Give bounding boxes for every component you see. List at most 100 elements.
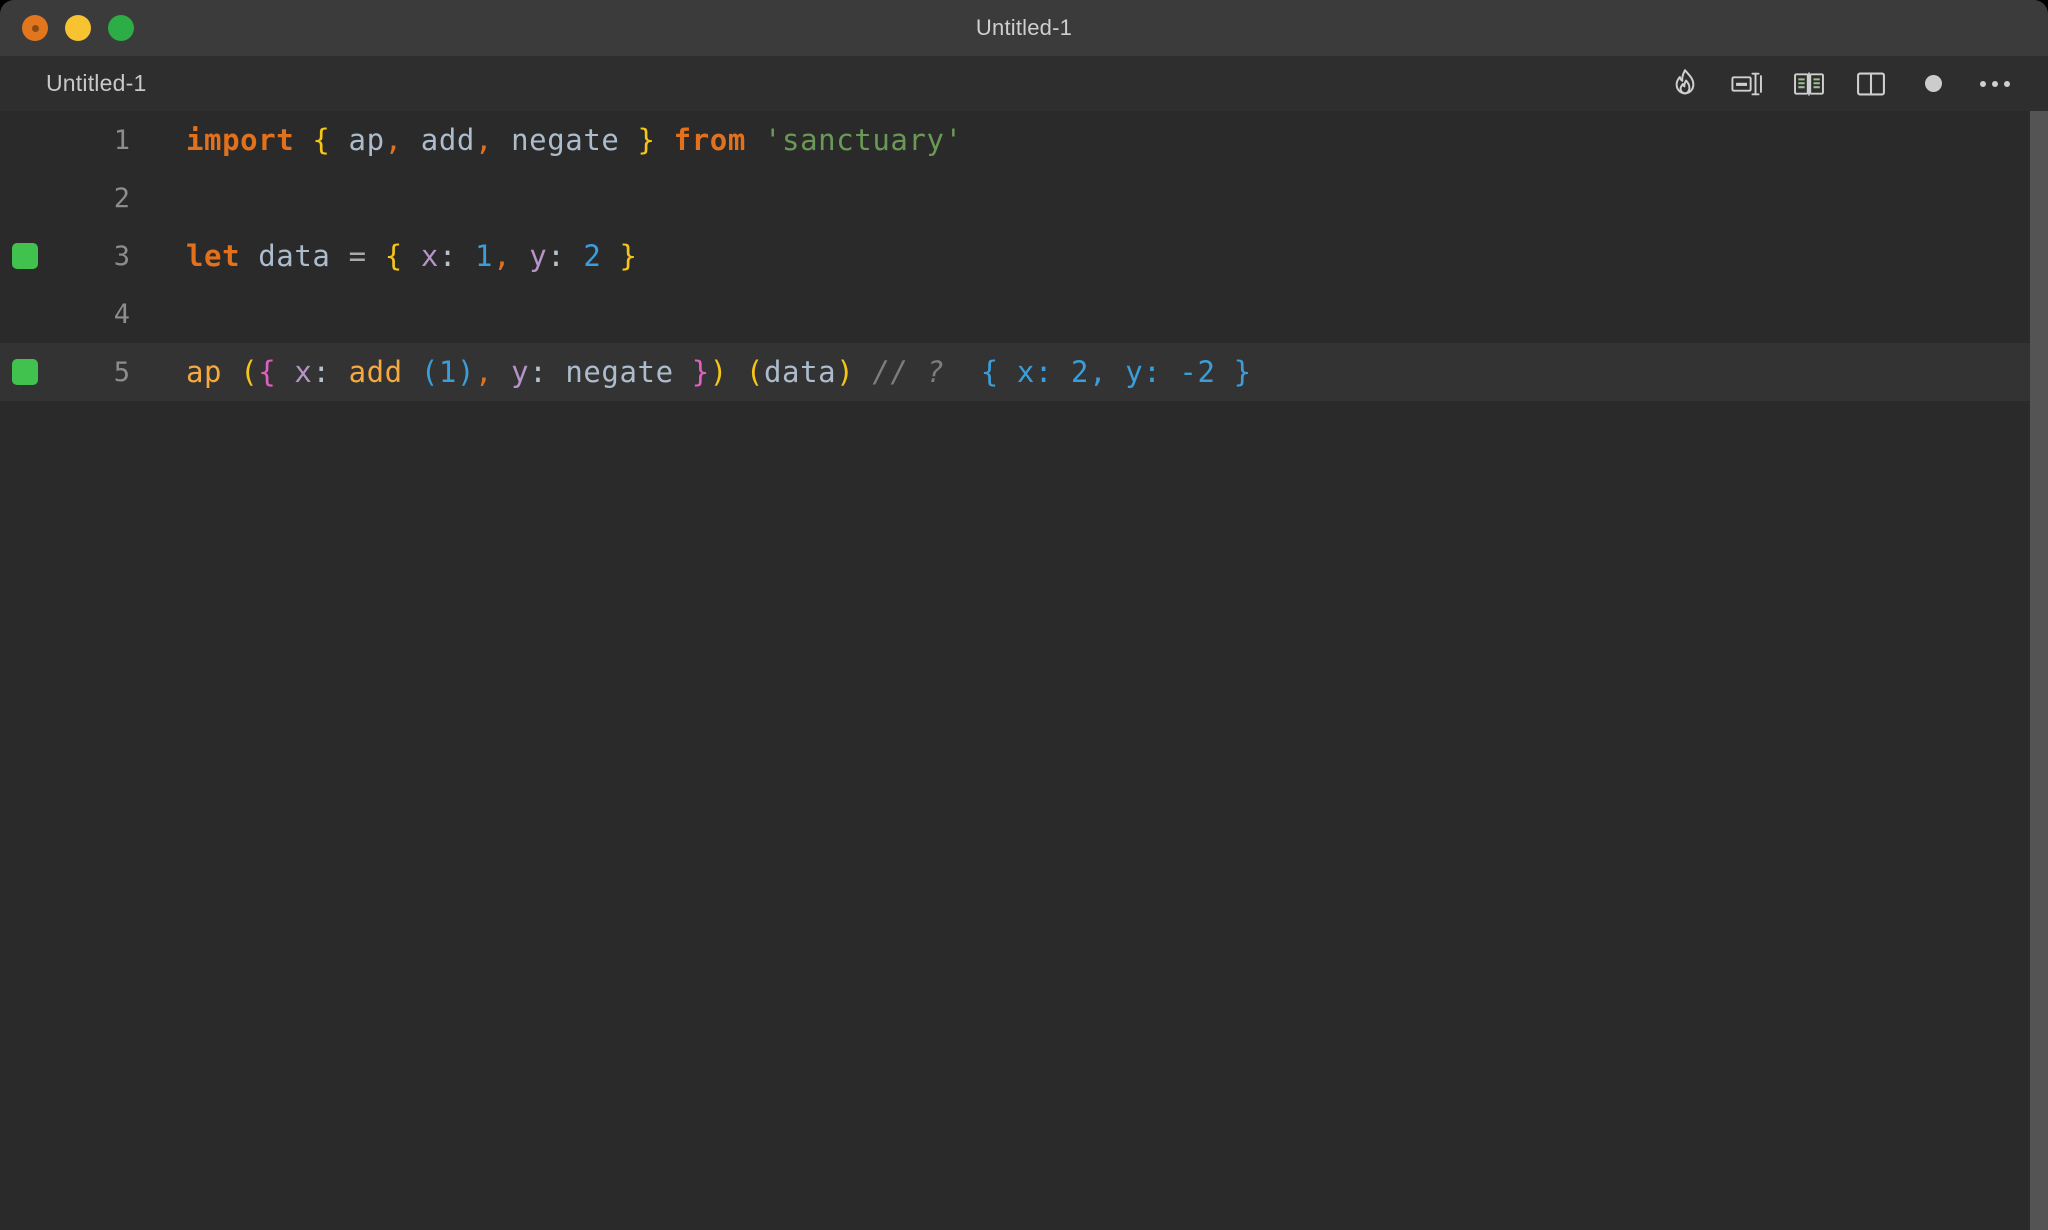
editor-window: Untitled-1 Untitled-1 1 import {ap, add… [0, 0, 2048, 1230]
open-book-icon [1792, 69, 1826, 99]
window-titlebar: Untitled-1 [0, 0, 2048, 56]
code-token: negate [565, 355, 674, 389]
code-token: , [474, 123, 494, 157]
code-token: : [529, 355, 548, 389]
line-number: 2 [113, 182, 130, 214]
code-token: negate [511, 123, 620, 157]
traffic-light-controls [0, 15, 134, 41]
more-actions-button[interactable] [1964, 61, 2026, 107]
code-token: ap [348, 123, 385, 157]
code-token: ( [420, 355, 439, 389]
split-editor-icon-button[interactable] [1840, 61, 1902, 107]
code-token: 1 [475, 239, 494, 273]
code-token: { x: 2, y: -2 } [980, 355, 1252, 389]
code-token: { [384, 239, 403, 273]
code-token: , [493, 239, 512, 273]
code-token: add [420, 123, 475, 157]
line-content[interactable]: let data = { x: 1, y: 2 } [130, 239, 638, 273]
code-token: } [691, 355, 710, 389]
editor-toolbar [1654, 61, 2048, 107]
code-lines-container: 1 import { ap, add, negate } from 'sanctu… [0, 111, 2048, 401]
editor-right-rail[interactable] [2030, 111, 2048, 1230]
format-document-icon [1730, 69, 1764, 99]
line-content[interactable]: import { ap, add, negate } from 'sanctua… [130, 123, 963, 157]
code-token: ( [240, 355, 259, 389]
code-token: let [186, 239, 241, 273]
code-token: { [258, 355, 277, 389]
code-token: import [186, 123, 295, 157]
code-token: ( [745, 355, 764, 389]
code-token: ) [456, 355, 475, 389]
unsaved-dot-icon [1924, 75, 1942, 92]
code-editor[interactable]: 1 import { ap, add, negate } from 'sanctu… [0, 111, 2048, 1230]
code-token: ) [709, 355, 728, 389]
code-line[interactable]: 5 ap ({ x: add (1), y: negate }) (data) /… [0, 343, 2048, 401]
tab-label: Untitled-1 [46, 70, 147, 96]
code-token: } [619, 239, 638, 273]
code-token: : [312, 355, 331, 389]
code-line[interactable]: 3 let data = { x: 1, y: 2 } [0, 227, 2048, 285]
tab-untitled-1[interactable]: Untitled-1 [0, 56, 172, 111]
code-line[interactable]: 2 [0, 169, 2048, 227]
maximize-window-button[interactable] [108, 15, 134, 41]
code-token: 'sanctuary' [763, 123, 963, 157]
code-token: ap [186, 355, 223, 389]
code-token: } [637, 123, 656, 157]
gutter-marker-icon[interactable] [12, 359, 38, 385]
code-token: : [547, 239, 566, 273]
tab-strip: Untitled-1 [0, 56, 172, 111]
format-document-icon-button[interactable] [1716, 61, 1778, 107]
line-number: 1 [113, 124, 130, 156]
code-token: = [348, 239, 367, 273]
flame-icon [1670, 68, 1700, 100]
code-token: data [763, 355, 837, 389]
code-token: ) [836, 355, 855, 389]
code-line[interactable]: 4 [0, 285, 2048, 343]
close-window-button[interactable] [22, 15, 48, 41]
code-line[interactable]: 1 import { ap, add, negate } from 'sanctu… [0, 111, 2048, 169]
line-content[interactable]: ap ({ x: add (1), y: negate }) (data) //… [130, 355, 1252, 389]
code-token: 2 [583, 239, 602, 273]
tab-bar: Untitled-1 [0, 56, 2048, 111]
line-number: 4 [113, 298, 130, 330]
split-editor-icon [1855, 69, 1887, 99]
open-book-icon-button[interactable] [1778, 61, 1840, 107]
code-token: x [294, 355, 313, 389]
code-token: y [511, 355, 530, 389]
flame-icon-button[interactable] [1654, 61, 1716, 107]
code-token: add [348, 355, 403, 389]
code-token: , [475, 355, 494, 389]
code-token: { [312, 123, 331, 157]
minimize-window-button[interactable] [65, 15, 91, 41]
unsaved-dot-icon-button[interactable] [1902, 61, 1964, 107]
code-token: 1 [438, 355, 457, 389]
code-token: x [420, 239, 439, 273]
code-token: : [438, 239, 457, 273]
code-token: , [384, 123, 403, 157]
gutter-marker-icon[interactable] [12, 243, 38, 269]
window-title: Untitled-1 [975, 15, 1073, 40]
